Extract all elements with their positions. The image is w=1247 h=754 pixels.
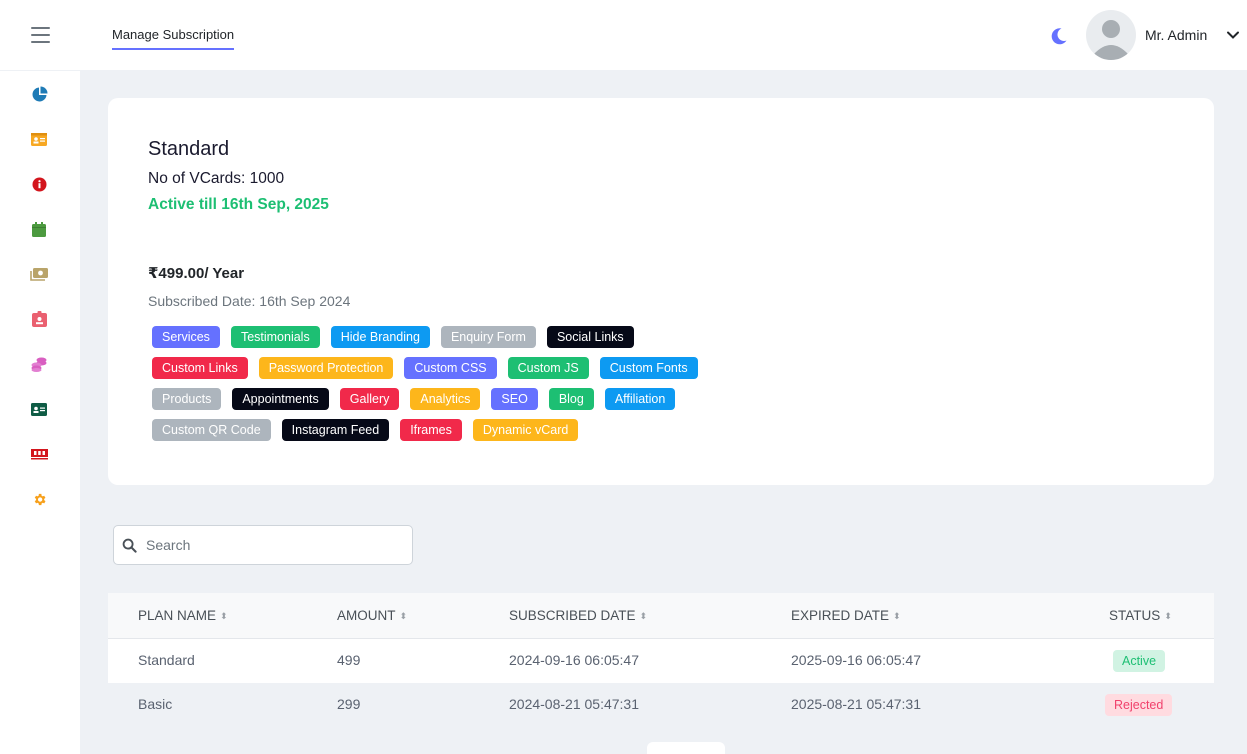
feature-badge: Testimonials [230, 326, 320, 348]
info-circle-icon [32, 177, 46, 191]
plan-active-till: Active till 16th Sep, 2025 [148, 196, 329, 213]
top-header: Manage Subscription Mr. Admin [0, 0, 1247, 70]
feature-badge: Custom CSS [404, 357, 497, 379]
column-label: STATUS [1109, 608, 1161, 623]
cell-subscribed-date: 2024-08-21 05:47:31 [509, 696, 639, 712]
cell-expired-date: 2025-08-21 05:47:31 [791, 696, 921, 712]
sidebar-item-storage[interactable] [28, 443, 50, 465]
feature-badge: Custom Links [152, 357, 248, 379]
feature-badge: Dynamic vCard [472, 419, 579, 441]
feature-badge: Custom QR Code [152, 419, 271, 441]
table-header: PLAN NAME ⬍ AMOUNT ⬍ SUBSCRIBED DATE ⬍ EXPI… [108, 593, 1214, 639]
feature-badge: Services [152, 326, 220, 348]
pagination[interactable] [647, 742, 725, 754]
status-badge: Rejected [1105, 694, 1173, 716]
feature-badge: Blog [548, 388, 594, 410]
current-plan-card: Standard No of VCards: 1000 Active till … [108, 98, 1214, 485]
column-label: AMOUNT [337, 608, 396, 623]
sidebar-item-withdrawals[interactable] [28, 263, 50, 285]
plan-name: Standard [148, 138, 230, 160]
avatar[interactable] [1086, 10, 1136, 60]
chevron-down-icon[interactable] [1226, 28, 1240, 42]
plan-features: Services Testimonials Hide Branding Enquiry… [152, 326, 792, 450]
cell-plan-name: Standard [138, 652, 195, 668]
feature-row: Custom QR Code Instagram Feed Iframes Dynam… [152, 419, 792, 441]
hamburger-icon-bar [31, 34, 50, 36]
status-badge: Active [1113, 650, 1166, 672]
column-header-amount[interactable]: AMOUNT ⬍ [337, 608, 407, 623]
column-label: SUBSCRIBED DATE [509, 608, 636, 623]
feature-row: Products Appointments Gallery Analytics SEO B… [152, 388, 792, 410]
cell-subscribed-date: 2024-09-16 06:05:47 [509, 652, 639, 668]
sidebar-item-subscriptions[interactable] [28, 353, 50, 375]
table-row: Basic 299 2024-08-21 05:47:31 2025-08-21… [108, 683, 1214, 727]
sidebar-item-inquiries[interactable] [28, 173, 50, 195]
plan-vcard-count: No of VCards: 1000 [148, 170, 285, 187]
search-box [113, 525, 413, 565]
column-header-expired-date[interactable]: EXPIRED DATE ⬍ [791, 608, 901, 623]
address-card-icon [31, 402, 47, 416]
feature-badge: Iframes [400, 419, 462, 441]
sort-icon: ⬍ [399, 610, 408, 621]
hamburger-icon-bar [31, 41, 50, 43]
sidebar-item-settings[interactable] [28, 488, 50, 510]
cell-plan-name: Basic [138, 696, 173, 712]
column-header-subscribed-date[interactable]: SUBSCRIBED DATE ⬍ [509, 608, 647, 623]
sidebar [0, 70, 80, 754]
sidebar-item-dashboard[interactable] [28, 83, 50, 105]
column-label: PLAN NAME [138, 608, 217, 623]
feature-row: Services Testimonials Hide Branding Enquiry… [152, 326, 792, 348]
user-avatar-icon [1094, 20, 1128, 60]
feature-badge: Analytics [410, 388, 481, 410]
id-badge-icon [31, 311, 47, 327]
column-header-status[interactable]: STATUS ⬍ [1109, 608, 1172, 623]
cell-expired-date: 2025-09-16 06:05:47 [791, 652, 921, 668]
sort-icon: ⬍ [893, 610, 901, 621]
sidebar-item-virtual-backgrounds[interactable] [28, 308, 50, 330]
menu-toggle-button[interactable] [31, 27, 50, 43]
sidebar-item-nfc-cards[interactable] [28, 398, 50, 420]
moon-icon[interactable] [1049, 26, 1069, 46]
feature-badge: Affiliation [604, 388, 676, 410]
column-header-plan-name[interactable]: PLAN NAME ⬍ [138, 608, 228, 623]
memory-icon [30, 449, 48, 460]
feature-badge: Enquiry Form [440, 326, 536, 348]
plan-subscribed-date: Subscribed Date: 16th Sep 2024 [148, 293, 351, 309]
column-label: EXPIRED DATE [791, 608, 890, 623]
sort-icon: ⬍ [220, 610, 228, 621]
feature-badge: Instagram Feed [281, 419, 390, 441]
tab-manage-subscription[interactable]: Manage Subscription [112, 27, 235, 50]
search-input[interactable] [146, 526, 406, 564]
feature-badge: Password Protection [258, 357, 394, 379]
sidebar-item-appointments[interactable] [28, 218, 50, 240]
feature-badge: Custom JS [507, 357, 589, 379]
calendar-icon [32, 221, 46, 237]
feature-badge: Gallery [339, 388, 400, 410]
feature-badge: Appointments [232, 388, 329, 410]
table-row: Standard 499 2024-09-16 06:05:47 2025-09… [108, 639, 1214, 683]
cell-amount: 299 [337, 696, 361, 712]
gear-icon [34, 493, 45, 505]
hamburger-icon [31, 27, 50, 29]
feature-badge: Products [152, 388, 222, 410]
pie-chart-icon [32, 86, 47, 101]
feature-badge: Social Links [546, 326, 634, 348]
cell-amount: 499 [337, 652, 361, 668]
plan-price: ₹499.00/ Year [148, 265, 245, 282]
feature-badge: SEO [491, 388, 538, 410]
money-bill-icon [30, 268, 48, 281]
user-name[interactable]: Mr. Admin [1145, 27, 1207, 43]
sort-icon: ⬍ [1164, 610, 1172, 621]
coins-icon [31, 357, 47, 372]
sort-icon: ⬍ [639, 610, 648, 621]
subscriptions-table: PLAN NAME ⬍ AMOUNT ⬍ SUBSCRIBED DATE ⬍ EXPI… [108, 593, 1214, 727]
sidebar-item-vcards[interactable] [28, 128, 50, 150]
feature-badge: Hide Branding [330, 326, 430, 348]
search-icon [122, 538, 137, 553]
feature-badge: Custom Fonts [599, 357, 698, 379]
id-card-icon [31, 132, 47, 146]
feature-row: Custom Links Password Protection Custom CS… [152, 357, 792, 379]
